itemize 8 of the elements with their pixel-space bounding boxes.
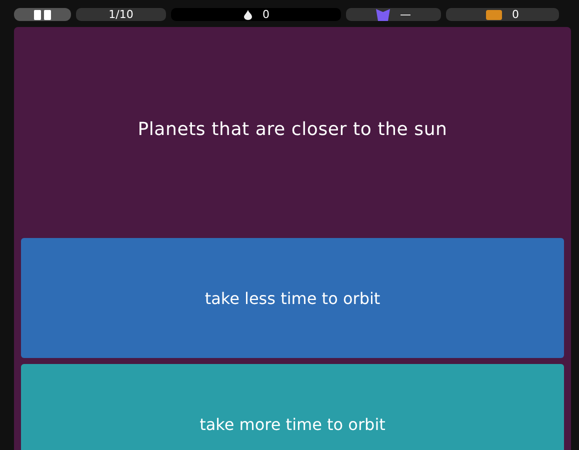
answer-option[interactable]: take more time to orbit bbox=[21, 364, 564, 450]
question-text: Planets that are closer to the sun bbox=[138, 119, 448, 140]
pause-button[interactable] bbox=[14, 8, 71, 21]
answer-option[interactable]: take less time to orbit bbox=[21, 238, 564, 358]
coins-count: 0 bbox=[512, 8, 519, 21]
streak-count: 0 bbox=[262, 8, 270, 21]
powerup-count: — bbox=[400, 8, 411, 21]
progress-counter: 1/10 bbox=[108, 8, 134, 21]
